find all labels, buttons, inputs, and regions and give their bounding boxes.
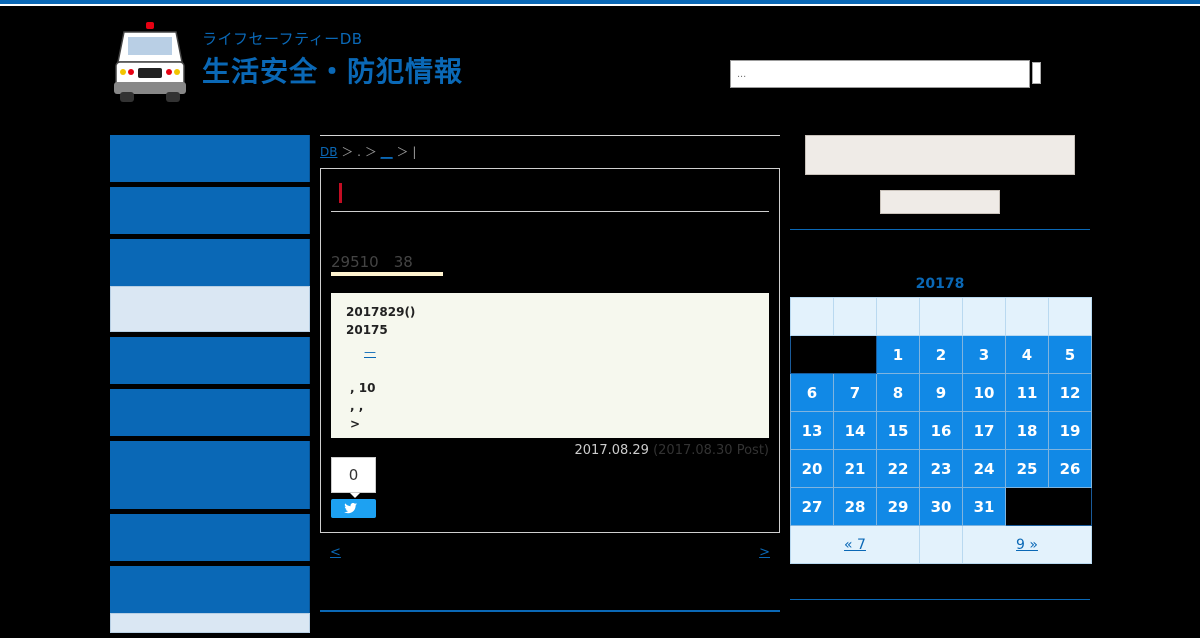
calendar-day[interactable]: 17 [962, 411, 1006, 450]
calendar-weekday-header [833, 297, 877, 336]
calendar-day[interactable]: 8 [876, 373, 920, 412]
share-count-bubble: 0 [331, 457, 376, 498]
breadcrumb-separator: ＞ [396, 145, 409, 159]
calendar-day[interactable]: 4 [1005, 335, 1049, 374]
calendar-day[interactable]: 16 [919, 411, 963, 450]
prev-post-link[interactable]: < [330, 545, 341, 560]
breadcrumb-current: | [412, 145, 417, 159]
sidebar-item-active[interactable] [110, 286, 310, 332]
sidebar-item[interactable] [110, 239, 310, 286]
calendar-day[interactable]: 26 [1048, 449, 1092, 488]
summary-line: , , [350, 399, 364, 413]
divider [790, 599, 1090, 600]
calendar-day[interactable]: 11 [1005, 373, 1049, 412]
twitter-icon [344, 503, 357, 514]
site-title[interactable]: 生活安全・防犯情報 [202, 50, 463, 90]
calendar-weekday-header [876, 297, 920, 336]
post-dates: 2017.08.29 (2017.08.30 Post) [575, 443, 770, 458]
summary-line: , 10 [350, 381, 376, 395]
site-subtitle[interactable]: ライフセーフティーDB [202, 28, 363, 49]
breadcrumb-item: . [357, 145, 361, 159]
published-date: 2017.08.29 [574, 443, 649, 458]
police-car-logo-icon[interactable] [110, 20, 190, 108]
search-input[interactable] [730, 60, 1030, 88]
breadcrumb-separator: ＞ [341, 145, 354, 159]
calendar: 1 2 3 4 5 6 7 8 9 10 11 12 13 14 15 16 1… [790, 297, 1092, 564]
calendar-day[interactable]: 24 [962, 449, 1006, 488]
sidebar-item[interactable] [110, 389, 310, 436]
calendar-day[interactable]: 30 [919, 487, 963, 526]
post-summary-box: 2017829() 20175 — , 10 , , > [331, 293, 769, 438]
tweet-button[interactable] [331, 499, 376, 518]
divider [320, 135, 780, 136]
calendar-prev-month-link[interactable]: « 7 [790, 525, 920, 564]
calendar-day[interactable]: 14 [833, 411, 877, 450]
summary-more-link[interactable]: > [346, 415, 754, 433]
posted-date: (2017.08.30 Post) [653, 443, 769, 458]
summary-line: 2017829() [346, 305, 416, 319]
breadcrumb: DB ＞ . ＞ __ ＞ | [320, 143, 416, 160]
sidebar-item[interactable] [110, 135, 310, 182]
post-subheading: 29510 38 [331, 251, 443, 276]
calendar-day[interactable]: 15 [876, 411, 920, 450]
sidebar-item[interactable] [110, 337, 310, 384]
post-title-marker [339, 183, 342, 203]
calendar-next-month-link[interactable]: 9 » [962, 525, 1092, 564]
calendar-caption: 20178 [915, 276, 965, 292]
summary-line [346, 361, 754, 379]
calendar-day[interactable]: 23 [919, 449, 963, 488]
search-button[interactable] [1032, 62, 1041, 84]
calendar-day[interactable]: 19 [1048, 411, 1092, 450]
calendar-day[interactable]: 25 [1005, 449, 1049, 488]
calendar-day[interactable]: 10 [962, 373, 1006, 412]
calendar-day[interactable]: 31 [962, 487, 1006, 526]
calendar-empty-cell [790, 335, 877, 374]
calendar-weekday-header [790, 297, 834, 336]
top-border [0, 0, 1200, 8]
calendar-day[interactable]: 13 [790, 411, 834, 450]
calendar-weekday-header [919, 297, 963, 336]
divider [320, 610, 780, 612]
summary-link[interactable]: — [364, 345, 376, 359]
breadcrumb-separator: ＞ [364, 145, 377, 159]
calendar-day[interactable]: 9 [919, 373, 963, 412]
calendar-day[interactable]: 1 [876, 335, 920, 374]
calendar-day[interactable]: 28 [833, 487, 877, 526]
sidebar-item[interactable] [110, 566, 310, 613]
calendar-day[interactable]: 6 [790, 373, 834, 412]
next-post-link[interactable]: > [759, 545, 770, 560]
breadcrumb-home-link[interactable]: DB [320, 145, 337, 159]
post-title-underline [331, 211, 769, 212]
calendar-day[interactable]: 12 [1048, 373, 1092, 412]
calendar-day[interactable]: 18 [1005, 411, 1049, 450]
sidebar-item[interactable] [110, 441, 310, 509]
sidebar-item[interactable] [110, 514, 310, 561]
calendar-day[interactable]: 20 [790, 449, 834, 488]
calendar-weekday-header [1048, 297, 1092, 336]
sidebar-nav [110, 135, 310, 638]
calendar-day[interactable]: 2 [919, 335, 963, 374]
divider [790, 229, 1090, 230]
sidebar-item-sub[interactable] [110, 613, 310, 633]
calendar-weekday-header [1005, 297, 1049, 336]
calendar-footer-spacer [919, 525, 963, 564]
summary-line: 20175 [346, 323, 388, 337]
calendar-day[interactable]: 27 [790, 487, 834, 526]
calendar-day[interactable]: 7 [833, 373, 877, 412]
calendar-day[interactable]: 5 [1048, 335, 1092, 374]
sidebar-small-button[interactable] [880, 190, 1000, 214]
breadcrumb-category-link[interactable]: __ [381, 145, 393, 159]
calendar-day[interactable]: 21 [833, 449, 877, 488]
calendar-day[interactable]: 22 [876, 449, 920, 488]
calendar-day[interactable]: 29 [876, 487, 920, 526]
calendar-empty-cell [1005, 487, 1092, 526]
sidebar-banner-button[interactable] [805, 135, 1075, 175]
post-article: 29510 38 2017829() 20175 — , 10 , , > 20… [320, 168, 780, 533]
calendar-day[interactable]: 3 [962, 335, 1006, 374]
sidebar-item[interactable] [110, 187, 310, 234]
calendar-weekday-header [962, 297, 1006, 336]
